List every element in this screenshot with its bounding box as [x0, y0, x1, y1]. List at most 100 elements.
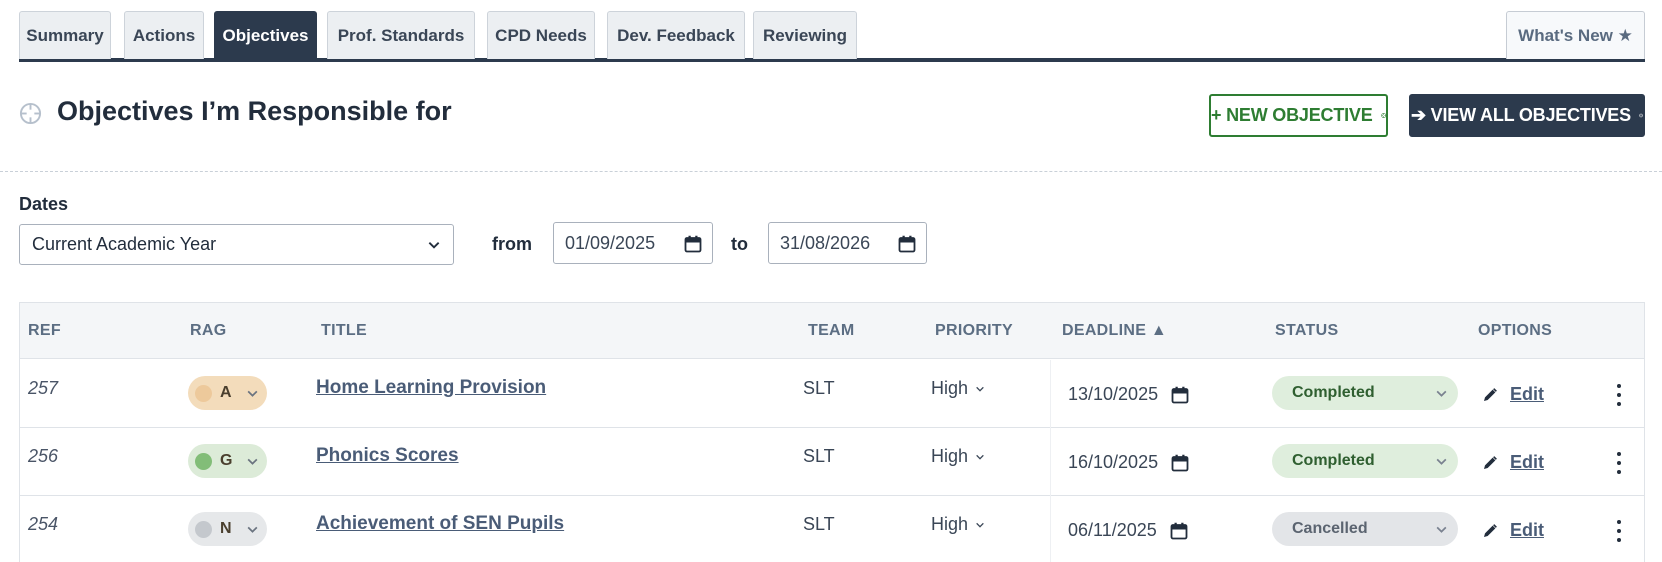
tab-reviewing[interactable]: Reviewing	[753, 11, 857, 59]
from-date-value: 01/09/2025	[565, 232, 656, 253]
objective-ref: 254	[28, 514, 59, 534]
calendar-icon[interactable]	[1171, 386, 1189, 404]
objective-title-link[interactable]: Phonics Scores	[316, 445, 459, 467]
pencil-icon	[1484, 523, 1497, 537]
priority-select[interactable]: High	[931, 514, 985, 535]
edit-label: Edit	[1510, 384, 1544, 404]
objective-team: SLT	[803, 514, 835, 534]
edit-button[interactable]: Edit	[1482, 384, 1544, 405]
calendar-icon[interactable]	[1170, 522, 1188, 540]
whats-new-button[interactable]: What's New ★	[1506, 11, 1645, 59]
new-objective-label: + NEW OBJECTIVE	[1211, 105, 1373, 125]
chevron-down-icon	[247, 526, 258, 533]
chevron-down-icon	[247, 390, 258, 397]
edit-button[interactable]: Edit	[1482, 452, 1544, 473]
tab-bar: Summary Actions Objectives Prof. Standar…	[19, 11, 1645, 62]
to-date-input[interactable]: 31/08/2026	[768, 222, 927, 264]
date-range-select[interactable]: Current Academic Year	[19, 224, 454, 265]
chevron-down-icon	[976, 386, 984, 392]
pencil-icon	[1484, 455, 1497, 469]
pencil-icon	[1484, 387, 1497, 401]
tab-summary[interactable]: Summary	[19, 11, 111, 59]
status-value: Completed	[1292, 384, 1375, 401]
col-deadline[interactable]: DEADLINE ▲	[1062, 322, 1167, 340]
col-ref[interactable]: REF	[28, 322, 61, 340]
col-team[interactable]: TEAM	[808, 322, 855, 340]
crosshair-icon	[19, 102, 42, 125]
calendar-icon[interactable]	[1171, 454, 1189, 472]
status-select[interactable]: Completed	[1272, 444, 1458, 478]
status-select[interactable]: Cancelled	[1272, 512, 1458, 546]
table-row: 256 G Phonics Scores SLT High 16/10/2025 Compl…	[20, 428, 1644, 496]
objective-title-link[interactable]: Home Learning Provision	[316, 377, 546, 399]
rag-letter: G	[220, 452, 233, 469]
table-header: REF RAG TITLE TEAM PRIORITY DEADLINE ▲ S…	[20, 303, 1644, 359]
view-all-objectives-button[interactable]: ➔ VIEW ALL OBJECTIVES	[1409, 94, 1645, 137]
calendar-icon[interactable]	[898, 235, 916, 253]
objective-ref: 256	[28, 446, 59, 466]
crosshair-icon	[1639, 113, 1643, 118]
deadline-value: 16/10/2025	[1068, 452, 1159, 472]
to-date-value: 31/08/2026	[780, 232, 871, 253]
objective-team: SLT	[803, 446, 835, 466]
priority-select[interactable]: High	[931, 378, 985, 399]
to-label: to	[731, 234, 748, 254]
table-row: 257 A Home Learning Provision SLT High 13/10/…	[20, 360, 1644, 428]
page-title: Objectives I’m Responsible for	[57, 96, 452, 126]
more-options-icon[interactable]	[1611, 520, 1627, 542]
tab-cpd-needs[interactable]: CPD Needs	[487, 11, 595, 59]
rag-dot	[195, 452, 212, 470]
priority-value: High	[931, 378, 969, 398]
rag-select[interactable]: N	[188, 512, 267, 546]
status-value: Cancelled	[1292, 520, 1368, 537]
col-rag[interactable]: RAG	[190, 322, 226, 340]
col-title[interactable]: TITLE	[321, 322, 367, 340]
view-all-objectives-label: ➔ VIEW ALL OBJECTIVES	[1411, 105, 1631, 125]
tab-dev-feedback[interactable]: Dev. Feedback	[607, 11, 745, 59]
objective-ref: 257	[28, 378, 59, 398]
calendar-icon[interactable]	[684, 235, 702, 253]
rag-letter: A	[220, 384, 232, 401]
rag-select[interactable]: A	[188, 376, 267, 410]
new-objective-button[interactable]: + NEW OBJECTIVE	[1209, 94, 1388, 137]
edit-label: Edit	[1510, 452, 1544, 472]
deadline-date[interactable]: 13/10/2025	[1068, 384, 1189, 405]
chevron-down-icon	[428, 242, 440, 249]
priority-value: High	[931, 514, 969, 534]
deadline-date[interactable]: 06/11/2025	[1068, 520, 1188, 541]
tab-objectives[interactable]: Objectives	[214, 11, 317, 59]
priority-value: High	[931, 446, 969, 466]
crosshair-icon	[1380, 113, 1386, 118]
status-select[interactable]: Completed	[1272, 376, 1458, 410]
date-range-selected: Current Academic Year	[32, 234, 217, 254]
chevron-down-icon	[1436, 390, 1447, 397]
rag-select[interactable]: G	[188, 444, 267, 478]
tab-prof-standards[interactable]: Prof. Standards	[327, 11, 475, 59]
objectives-table: REF RAG TITLE TEAM PRIORITY DEADLINE ▲ S…	[19, 302, 1645, 562]
deadline-value: 06/11/2025	[1068, 520, 1157, 540]
from-label: from	[492, 234, 532, 254]
chevron-down-icon	[247, 458, 258, 465]
section-divider	[0, 171, 1662, 172]
rag-letter: N	[220, 520, 232, 537]
rag-dot	[195, 520, 212, 538]
chevron-down-icon	[976, 454, 984, 460]
status-value: Completed	[1292, 452, 1375, 469]
more-options-icon[interactable]	[1611, 384, 1627, 406]
rag-dot	[195, 384, 212, 402]
table-row: 254 N Achievement of SEN Pupils SLT High 06/1…	[20, 496, 1644, 562]
dates-label: Dates	[19, 194, 69, 214]
chevron-down-icon	[1436, 526, 1447, 533]
col-options: OPTIONS	[1478, 322, 1553, 339]
from-date-input[interactable]: 01/09/2025	[553, 222, 713, 264]
chevron-down-icon	[1436, 458, 1447, 465]
more-options-icon[interactable]	[1611, 452, 1627, 474]
tab-actions[interactable]: Actions	[124, 11, 204, 59]
deadline-date[interactable]: 16/10/2025	[1068, 452, 1189, 473]
col-status[interactable]: STATUS	[1275, 322, 1338, 340]
objective-team: SLT	[803, 378, 835, 398]
edit-button[interactable]: Edit	[1482, 520, 1544, 541]
col-priority[interactable]: PRIORITY	[935, 322, 1013, 340]
objective-title-link[interactable]: Achievement of SEN Pupils	[316, 513, 564, 535]
priority-select[interactable]: High	[931, 446, 985, 467]
